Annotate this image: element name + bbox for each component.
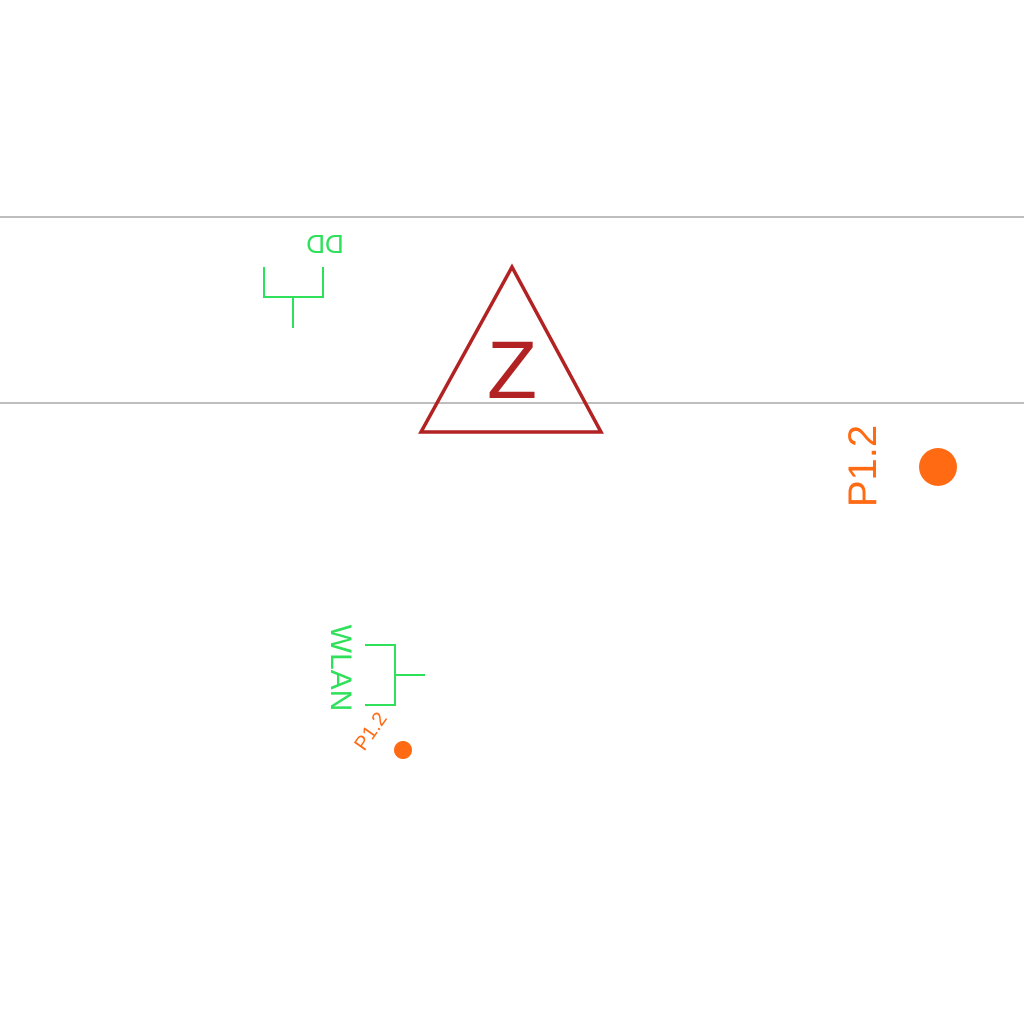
point-label-large: P1.2 [841, 425, 885, 507]
point-dot-icon [394, 741, 412, 759]
floor-plan-canvas: DD Z P1.2 WLAN P1.2 [0, 0, 1024, 1024]
wlan-outlet-label: WLAN [324, 625, 357, 712]
data-outlet-label: DD [306, 229, 344, 259]
point-dot-icon [919, 448, 957, 486]
plan-background [0, 0, 1024, 1024]
triangle-letter: Z [487, 325, 537, 416]
